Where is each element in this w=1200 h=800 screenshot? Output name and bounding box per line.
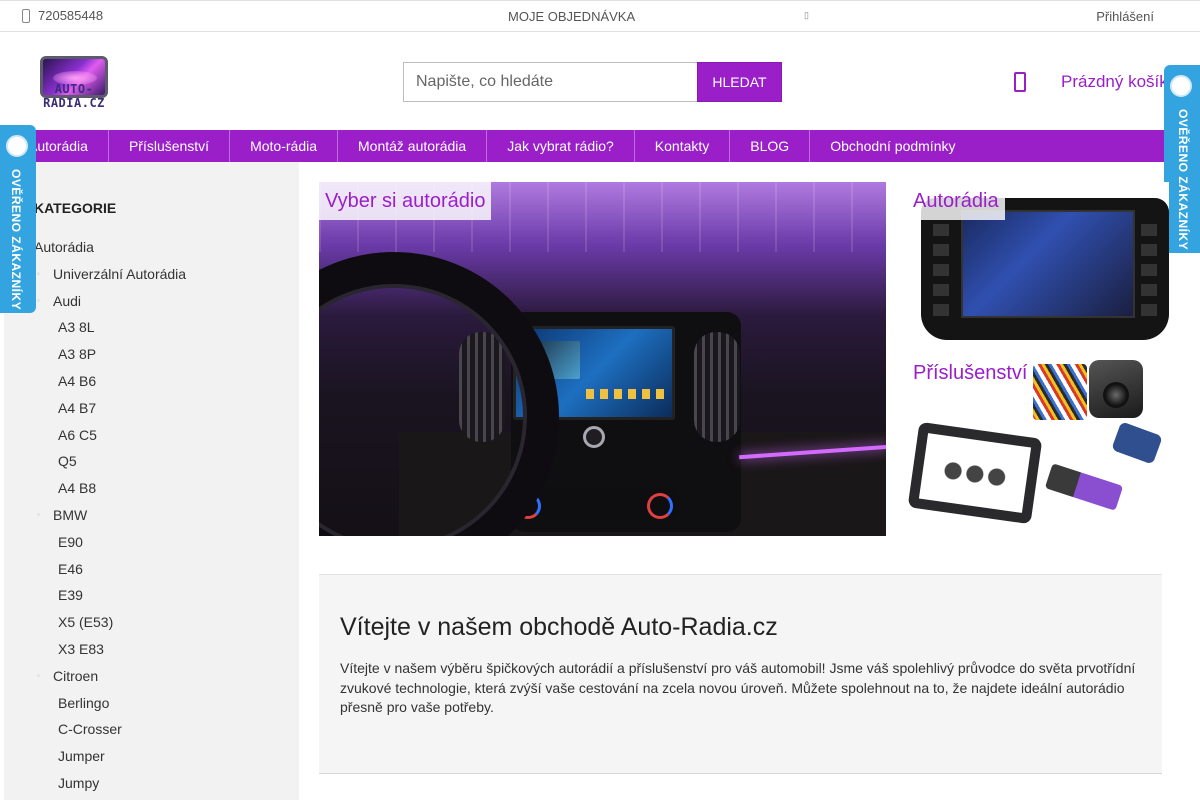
category-item[interactable]: Autorádia — [4, 234, 299, 261]
nav-item-montaz[interactable]: Montáž autorádia — [338, 130, 488, 162]
radio-buttons-right — [1141, 224, 1157, 324]
air-vent-right — [694, 332, 740, 442]
nav-item-obchodni-podminky[interactable]: Obchodní podmínky — [810, 130, 975, 162]
category-item[interactable]: A3 8P — [4, 341, 299, 368]
banner-autoradia[interactable]: Autorádia — [907, 182, 1169, 344]
category-item-label: Autorádia — [34, 239, 94, 255]
category-item[interactable]: X5 (E53) — [4, 609, 299, 636]
main-nav: Autorádia Příslušenství Moto-rádia Montá… — [0, 130, 1200, 162]
wiring-harness-image — [1033, 364, 1087, 420]
category-sidebar: KATEGORIE Autorádia ◦ Univerzální Autorádi… — [4, 162, 299, 800]
verified-seal-icon — [6, 135, 28, 157]
category-item-label: Q5 — [58, 453, 77, 470]
site-logo[interactable]: AUTO-RADIA.CZ — [24, 54, 124, 110]
dash-camera-image — [1089, 360, 1143, 418]
category-item-label: A4 B8 — [58, 480, 97, 497]
usb-dongle-image — [1111, 421, 1163, 465]
category-item[interactable]: E39 — [4, 582, 299, 609]
category-item[interactable]: X3 E83 — [4, 636, 299, 663]
nav-item-jak-vybrat[interactable]: Jak vybrat rádio? — [487, 130, 635, 162]
verified-badge-text: OVĚŘENO ZÁKAZNÍKY — [1176, 109, 1190, 251]
category-item-label: A4 B7 — [58, 399, 97, 416]
category-item[interactable]: ◦ Univerzální Autorádia — [4, 261, 299, 288]
cart-link[interactable]: Prázdný košík — [1061, 72, 1168, 92]
category-item[interactable]: A4 B6 — [4, 368, 299, 395]
category-item[interactable]: ◦ BMW — [4, 502, 299, 529]
category-item[interactable]: A4 B8 — [4, 475, 299, 502]
banner-label-autoradia: Autorádia — [907, 182, 1005, 220]
welcome-title: Vítejte v našem obchodě Auto-Radia.cz — [340, 613, 778, 641]
category-item[interactable]: Jumpy — [4, 770, 299, 797]
banner-choose-radio[interactable]: Vyber si autorádio — [319, 182, 886, 536]
category-item[interactable]: Jumper — [4, 743, 299, 770]
radio-buttons-left — [933, 224, 949, 324]
category-item[interactable]: A4 B7 — [4, 395, 299, 422]
banner-label-prislusenstvi: Příslušenství — [907, 354, 1034, 392]
category-item[interactable]: A3 8L — [4, 314, 299, 341]
category-item-label: E46 — [58, 560, 83, 577]
category-item-label: Jumpy — [58, 774, 100, 791]
usb-stick-image — [1044, 463, 1124, 511]
category-item-label: E39 — [58, 587, 83, 604]
nav-item-moto-radia[interactable]: Moto-rádia — [230, 130, 338, 162]
category-item-label: E90 — [58, 533, 83, 550]
volume-knob — [583, 426, 605, 448]
verified-badge-left[interactable]: OVĚŘENO ZÁKAZNÍKY — [0, 125, 36, 313]
bullet-icon: ◦ — [37, 509, 40, 519]
phone-icon — [22, 8, 30, 23]
mounting-frame-image — [907, 421, 1043, 524]
category-item-label: A4 B6 — [58, 372, 97, 389]
nav-item-prislusenstvi[interactable]: Příslušenství — [109, 130, 231, 162]
nav-item-kontakty[interactable]: Kontakty — [635, 130, 731, 162]
verified-seal-icon — [1170, 75, 1192, 97]
category-item-label: Univerzální Autorádia — [53, 265, 187, 282]
category-item[interactable]: Berlingo — [4, 690, 299, 717]
steering-wheel-shape — [319, 252, 559, 536]
category-item-label: BMW — [53, 506, 88, 523]
category-item-label: A3 8P — [58, 346, 97, 363]
verified-badge-text: OVĚŘENO ZÁKAZNÍKY — [9, 169, 23, 311]
top-bar: 720585448 MOJE OBJEDNÁVKA ▯ Přihlášení — [0, 0, 1200, 32]
login-link[interactable]: Přihlášení — [1096, 9, 1154, 24]
banner-prislusenstvi[interactable]: Příslušenství — [907, 354, 1169, 524]
search-input[interactable] — [403, 62, 697, 102]
verified-badge-right[interactable]: OVĚŘENO ZÁKAZNÍKY — [1164, 65, 1200, 253]
search-form: HLEDAT — [403, 62, 782, 102]
bullet-icon: ◦ — [37, 268, 40, 278]
cart-icon[interactable] — [1014, 72, 1026, 92]
category-item-label: C-Crosser — [58, 721, 122, 738]
category-item-label: X5 (E53) — [58, 614, 114, 631]
category-item-label: X3 E83 — [58, 640, 104, 657]
welcome-section: Vítejte v našem obchodě Auto-Radia.cz Ví… — [319, 574, 1162, 774]
category-item-label: Berlingo — [58, 694, 110, 711]
phone-number: 720585448 — [38, 8, 104, 23]
search-button[interactable]: HLEDAT — [697, 62, 782, 102]
category-title: KATEGORIE — [34, 200, 117, 216]
category-item[interactable]: C-Crosser — [4, 716, 299, 743]
category-item-label: A6 C5 — [58, 426, 97, 443]
phone-link[interactable]: 720585448 — [22, 8, 103, 23]
banner-label-choose-radio: Vyber si autorádio — [319, 182, 492, 220]
category-item[interactable]: ◦ Citroen — [4, 663, 299, 690]
dot-icon: ▯ — [804, 10, 809, 20]
category-item[interactable]: E46 — [4, 556, 299, 583]
category-item-label: A3 8L — [58, 319, 95, 336]
category-item[interactable]: E90 — [4, 529, 299, 556]
category-item-label: Citroen — [53, 667, 99, 684]
category-item[interactable]: A6 C5 — [4, 422, 299, 449]
welcome-text: Vítejte v našem výběru špičkových autorá… — [340, 660, 1136, 715]
bullet-icon: ◦ — [37, 670, 40, 680]
category-item-label: Jumper — [58, 748, 105, 765]
my-orders-link[interactable]: MOJE OBJEDNÁVKA — [508, 9, 635, 24]
category-tree: Autorádia ◦ Univerzální Autorádia ◦ Audi A3 8… — [4, 234, 299, 797]
category-item[interactable]: Q5 — [4, 448, 299, 475]
nav-item-blog[interactable]: BLOG — [730, 130, 811, 162]
category-item-label: Audi — [53, 292, 82, 309]
category-item[interactable]: ◦ Audi — [4, 288, 299, 315]
bullet-icon: ◦ — [37, 295, 40, 305]
logo-text: AUTO-RADIA.CZ — [43, 82, 105, 110]
